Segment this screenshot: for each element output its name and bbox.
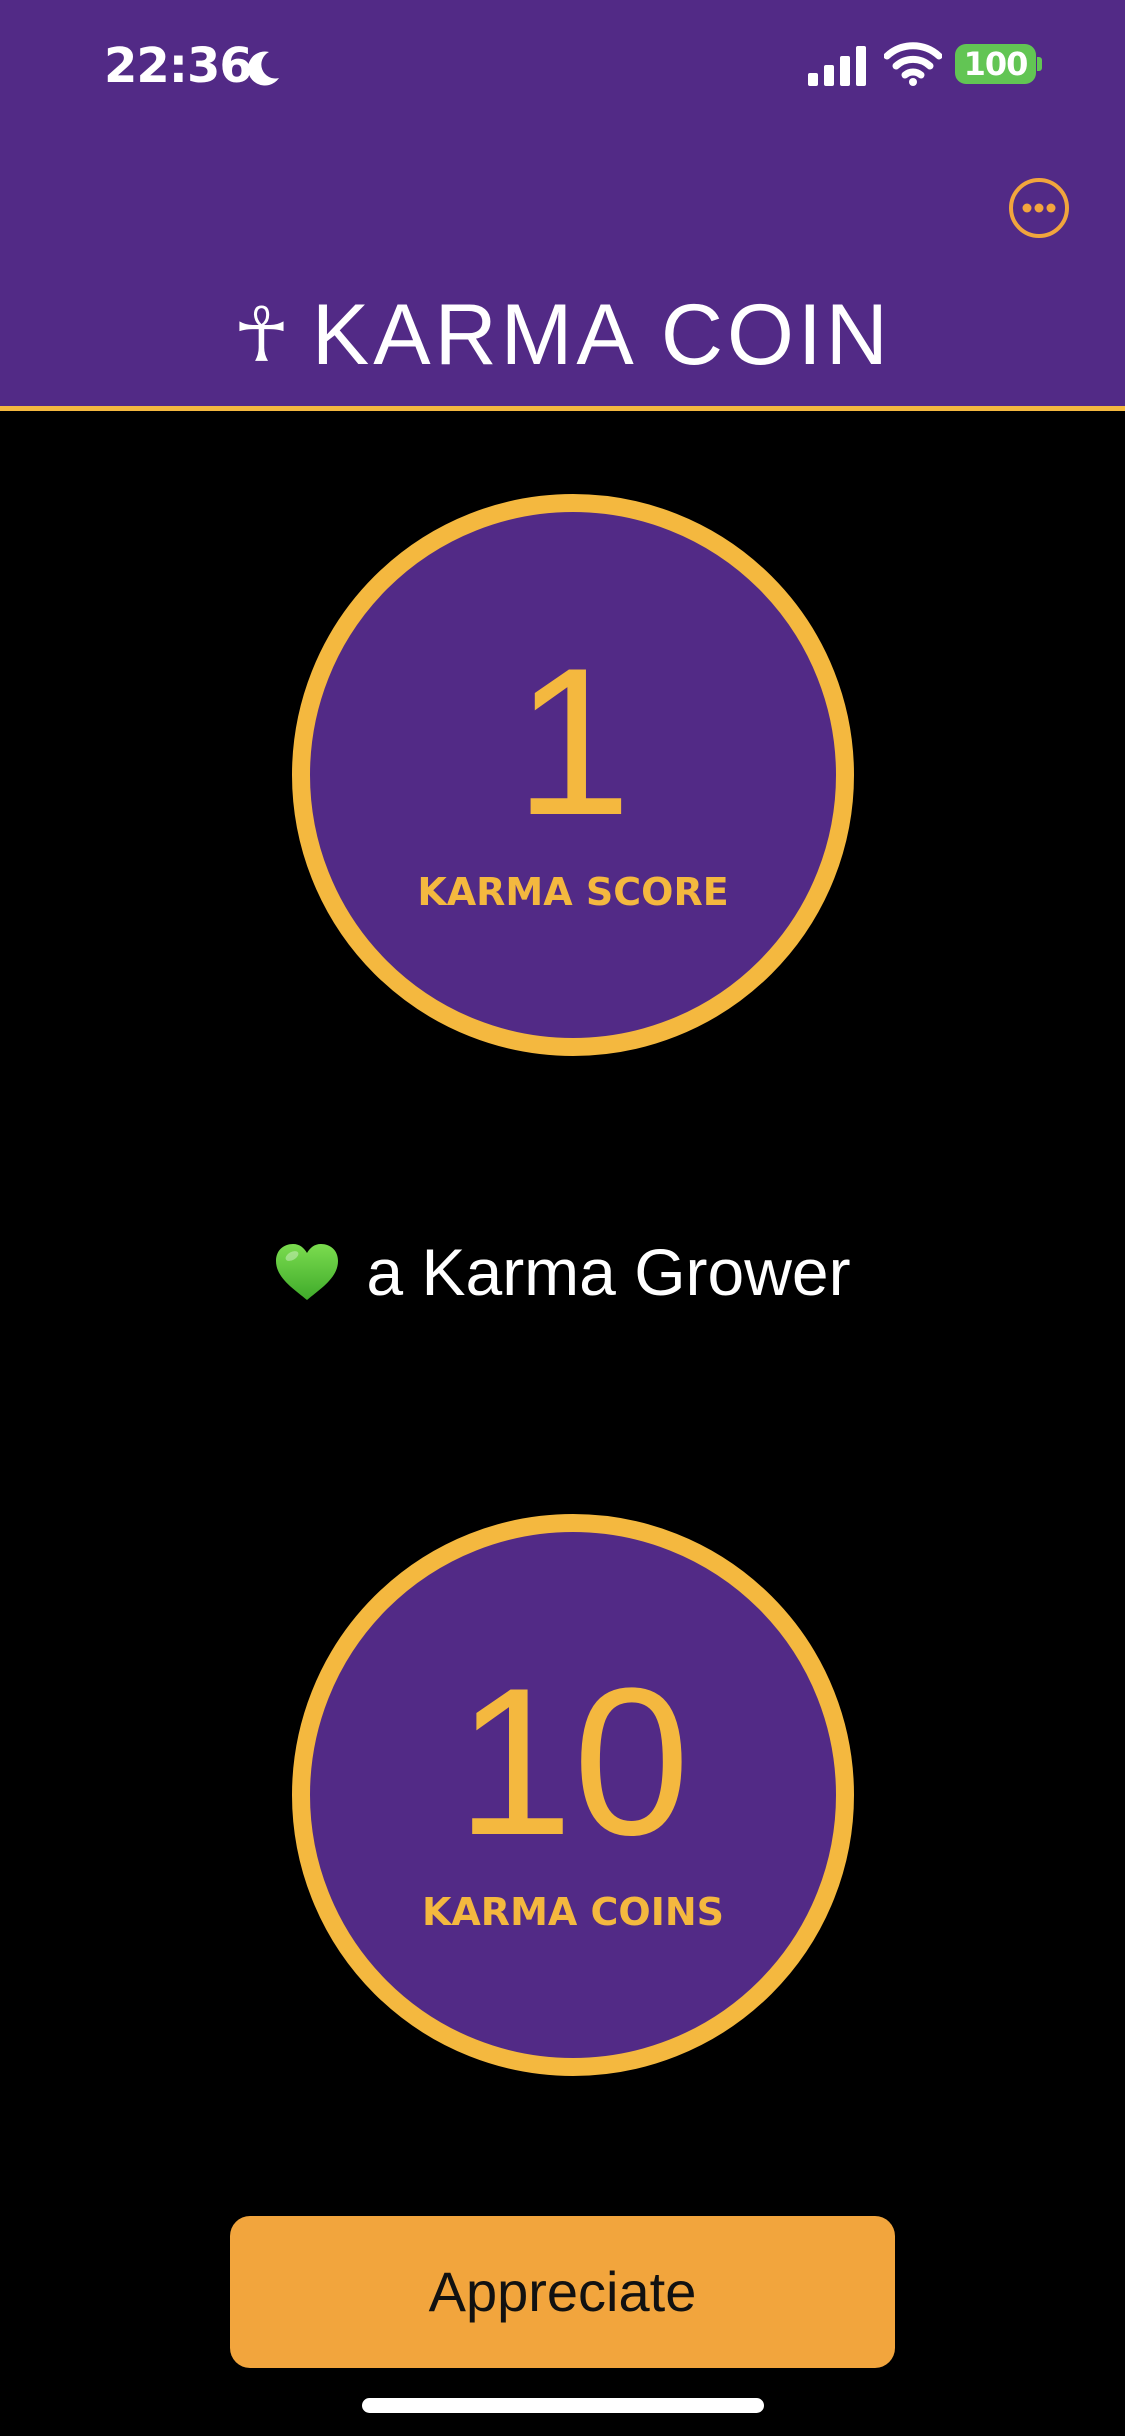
karma-score-label: KARMA SCORE xyxy=(417,870,729,914)
more-options-button[interactable] xyxy=(1008,177,1070,239)
karma-rank-text: a Karma Grower xyxy=(366,1235,851,1309)
appreciate-button[interactable]: Appreciate xyxy=(230,2216,895,2368)
moon-icon xyxy=(247,51,279,86)
status-time: 22:36 xyxy=(104,38,253,94)
ankh-icon: ☥ xyxy=(233,290,290,379)
karma-score-circle: 1 KARMA SCORE xyxy=(292,494,854,1056)
signal-icon xyxy=(808,46,866,86)
wifi-icon xyxy=(884,42,942,86)
green-heart-icon xyxy=(276,1244,339,1300)
app-header: 22:36 100 ☥ KARMA COIN xyxy=(0,0,1125,411)
battery-icon: 100 xyxy=(955,44,1036,84)
home-indicator[interactable] xyxy=(362,2398,764,2413)
battery-tip xyxy=(1037,57,1042,71)
karma-rank: a Karma Grower xyxy=(0,1232,1125,1312)
karma-coins-value: 10 xyxy=(456,1644,690,1879)
screen: 22:36 100 ☥ KARMA COIN 1 KARMA SCORE a K… xyxy=(0,0,1125,2436)
karma-coins-label: KARMA COINS xyxy=(421,1890,725,1934)
karma-coins-circle: 10 KARMA COINS xyxy=(292,1514,854,2076)
page-title: ☥ KARMA COIN xyxy=(0,280,1125,390)
karma-score-value: 1 xyxy=(514,624,632,859)
ellipsis-circle-icon xyxy=(1022,203,1032,213)
app-title: KARMA COIN xyxy=(311,287,892,383)
